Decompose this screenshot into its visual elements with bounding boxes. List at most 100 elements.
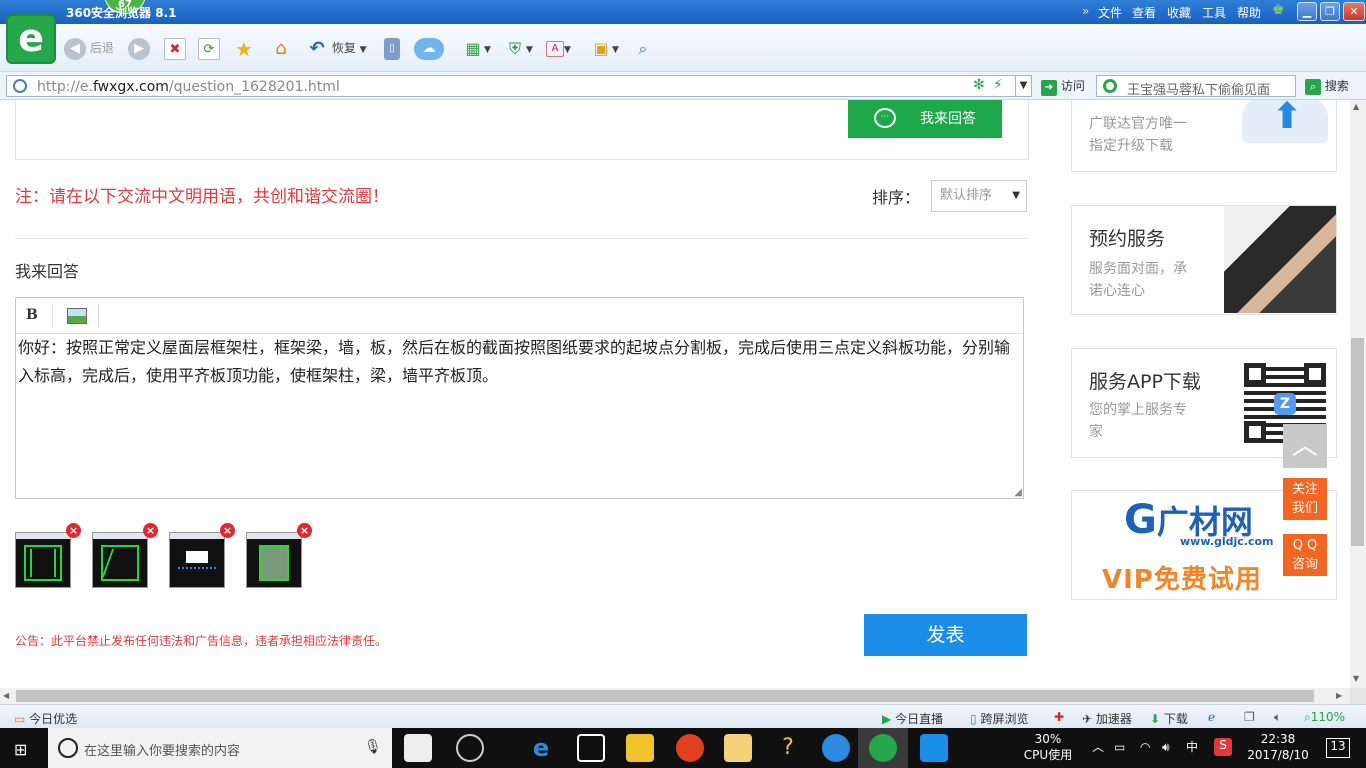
active-browser-task[interactable] xyxy=(858,728,908,768)
status-bar: ▭ 今日优选 ▶ 今日直播 ▯ 跨屏浏览 ✚ ✈ 加速器 ⬇ 下载 ℯ ❐ 🔈︎… xyxy=(0,704,1366,728)
cloud-button[interactable]: ☁ xyxy=(414,36,444,60)
help-app-icon[interactable]: ? xyxy=(774,734,802,762)
file-explorer-icon[interactable] xyxy=(626,734,654,762)
input-method[interactable]: 中 xyxy=(1186,740,1198,754)
glodon-app-icon[interactable] xyxy=(676,734,704,762)
accelerator-button[interactable]: ✈ 加速器 xyxy=(1082,710,1132,727)
url-input[interactable]: http://e.fwxgx.com/question_1628201.html… xyxy=(6,75,1032,97)
resize-handle-icon[interactable]: ◢ xyxy=(1014,487,1022,498)
search-button[interactable]: ⌕ 搜索 xyxy=(1305,77,1349,95)
delete-attachment-button[interactable]: × xyxy=(220,523,235,538)
restore-button[interactable]: ↶ 恢复 ▼ xyxy=(306,36,366,60)
civility-notice: 注：请在以下交流中文明用语，共创和谐交流圈！ xyxy=(15,187,389,207)
apps-button[interactable]: ▦ ▼ xyxy=(462,36,490,60)
minimize-button[interactable]: ▁ xyxy=(1297,2,1317,21)
window-icon[interactable]: ❐ xyxy=(1244,710,1255,724)
search-input[interactable]: 王宝强马蓉私下偷偷见面 xyxy=(1096,75,1296,98)
stop-button[interactable]: ✖ xyxy=(164,36,186,60)
delete-attachment-button[interactable]: × xyxy=(66,523,81,538)
menu-favorites[interactable]: 收藏 xyxy=(1167,4,1191,21)
action-center-icon[interactable]: 13 xyxy=(1326,738,1350,758)
translate-button[interactable]: A ▼ xyxy=(546,36,571,60)
today-pick-button[interactable]: ▭ 今日优选 xyxy=(14,710,77,727)
url-dropdown-icon[interactable]: ▼ xyxy=(1015,76,1031,96)
speaker-icon[interactable]: 🔊︎ xyxy=(1162,740,1170,754)
store-icon[interactable] xyxy=(577,734,605,762)
wifi-icon[interactable]: ◠ xyxy=(1140,740,1150,754)
microphone-icon[interactable]: 🎙︎ xyxy=(364,739,382,755)
glodon-service-icon[interactable] xyxy=(822,734,850,762)
remote-app-icon[interactable] xyxy=(920,734,948,762)
safe-pay-button[interactable]: ⛨ ▼ xyxy=(504,36,533,60)
sogou-ime-icon[interactable]: S xyxy=(1214,738,1232,756)
visit-button[interactable]: ➔ 访问 xyxy=(1041,77,1085,96)
translate-icon: A xyxy=(546,40,564,57)
scroll-up-icon[interactable]: ▲ xyxy=(1353,102,1359,111)
edge-browser-icon[interactable]: e xyxy=(527,734,555,762)
clock[interactable]: 22:38 2017/8/10 xyxy=(1246,732,1310,762)
find-button[interactable]: ⌕ xyxy=(632,36,654,60)
insert-image-icon[interactable] xyxy=(67,308,87,324)
scroll-right-icon[interactable]: ▶ xyxy=(1336,691,1342,700)
screenshot-button[interactable]: ▣ ▼ xyxy=(590,36,618,60)
today-live-label: 今日直播 xyxy=(895,712,944,726)
favorite-button[interactable]: ★ xyxy=(233,36,255,60)
battery-icon[interactable]: ▭ xyxy=(1114,740,1125,754)
scroll-left-icon[interactable]: ◀ xyxy=(3,691,9,700)
cpu-monitor[interactable]: 30% CPU使用 xyxy=(1022,732,1074,762)
mobile-button[interactable]: ▯ xyxy=(384,36,400,60)
health-icon[interactable]: ✚ xyxy=(1054,710,1064,724)
taskbar-search-input[interactable]: 在这里输入你要搜索的内容 🎙︎ xyxy=(48,728,392,768)
cross-screen-button[interactable]: ▯ 跨屏浏览 xyxy=(970,710,1028,727)
more-chevron-icon[interactable]: » xyxy=(1082,4,1089,18)
refresh-button[interactable]: ⟳ xyxy=(198,36,220,60)
back-to-top-button[interactable]: ︿ xyxy=(1283,424,1327,468)
app-spiral-icon[interactable] xyxy=(456,734,484,762)
editor-content[interactable]: 你好：按照正常定义屋面层框架柱，框架梁，墙，板，然后在板的截面按照图纸要求的起坡… xyxy=(18,334,1018,390)
attachment-thumbnail[interactable] xyxy=(246,532,302,588)
windows-start-icon[interactable]: ⊞ xyxy=(14,740,27,759)
zoom-level: 110% xyxy=(1310,710,1346,724)
vertical-scrollbar[interactable]: ▲ ▼ xyxy=(1350,100,1366,688)
today-live-button[interactable]: ▶ 今日直播 xyxy=(882,710,943,727)
zoom-control[interactable]: ⌕110% xyxy=(1304,710,1345,725)
volume-icon[interactable]: 🔈︎ xyxy=(1274,710,1281,725)
menu-help[interactable]: 帮助 xyxy=(1237,4,1261,21)
follow-us-button[interactable]: 关注 我们 xyxy=(1283,478,1327,520)
maximize-button[interactable]: ❐ xyxy=(1320,2,1340,21)
notes-app-icon[interactable] xyxy=(724,734,752,762)
attachment-thumbnail[interactable] xyxy=(15,532,71,588)
delete-attachment-button[interactable]: × xyxy=(143,523,158,538)
qq-consult-button[interactable]: Q Q 咨询 xyxy=(1283,534,1327,576)
horizontal-scrollbar[interactable]: ◀ ▶ xyxy=(0,688,1350,704)
attachment-thumbnail[interactable] xyxy=(169,532,225,588)
scroll-down-icon[interactable]: ▼ xyxy=(1353,674,1359,683)
delete-attachment-button[interactable]: × xyxy=(297,523,312,538)
apps-grid-icon: ▦ xyxy=(465,38,481,58)
bold-button[interactable]: B xyxy=(26,307,38,323)
close-button[interactable]: ✕ xyxy=(1343,2,1365,21)
ie-mode-icon[interactable]: ℯ xyxy=(1208,710,1215,724)
menu-file[interactable]: 文件 xyxy=(1098,4,1122,21)
sort-select[interactable]: 默认排序 ▼ xyxy=(931,180,1027,212)
horizontal-scroll-thumb[interactable] xyxy=(16,690,1314,702)
reply-top-button[interactable]: ··· 我来回答 xyxy=(848,100,1002,138)
menu-view[interactable]: 查看 xyxy=(1132,4,1156,21)
download-button[interactable]: ⬇ 下载 xyxy=(1150,710,1188,727)
booking-card[interactable]: 预约服务 服务面对面，承 诺心连心 xyxy=(1071,205,1337,315)
clock-time: 22:38 xyxy=(1260,732,1296,746)
menu-tools[interactable]: 工具 xyxy=(1202,4,1226,21)
back-button[interactable]: ◀ 后退 xyxy=(64,36,114,60)
task-view-icon[interactable] xyxy=(404,734,432,762)
attachment-thumbnail[interactable] xyxy=(92,532,148,588)
vertical-scroll-thumb[interactable] xyxy=(1351,338,1364,546)
forward-button[interactable]: ▶ xyxy=(128,36,150,60)
reply-editor[interactable]: B 你好：按照正常定义屋面层框架柱，框架梁，墙，板，然后在板的截面按照图纸要求的… xyxy=(15,297,1024,499)
upgrade-card[interactable]: 广联达官方唯一 指定升级下载 ⬆ xyxy=(1071,100,1337,172)
home-button[interactable]: ⌂ xyxy=(270,36,292,60)
skin-shirt-icon[interactable]: ♚ xyxy=(1272,2,1285,18)
tray-expand-icon[interactable]: ︿ xyxy=(1092,740,1104,754)
publish-button[interactable]: 发表 xyxy=(864,614,1027,656)
speed-mode-icon[interactable]: ⚡ xyxy=(993,77,1003,93)
browser-logo[interactable]: e xyxy=(6,14,56,64)
